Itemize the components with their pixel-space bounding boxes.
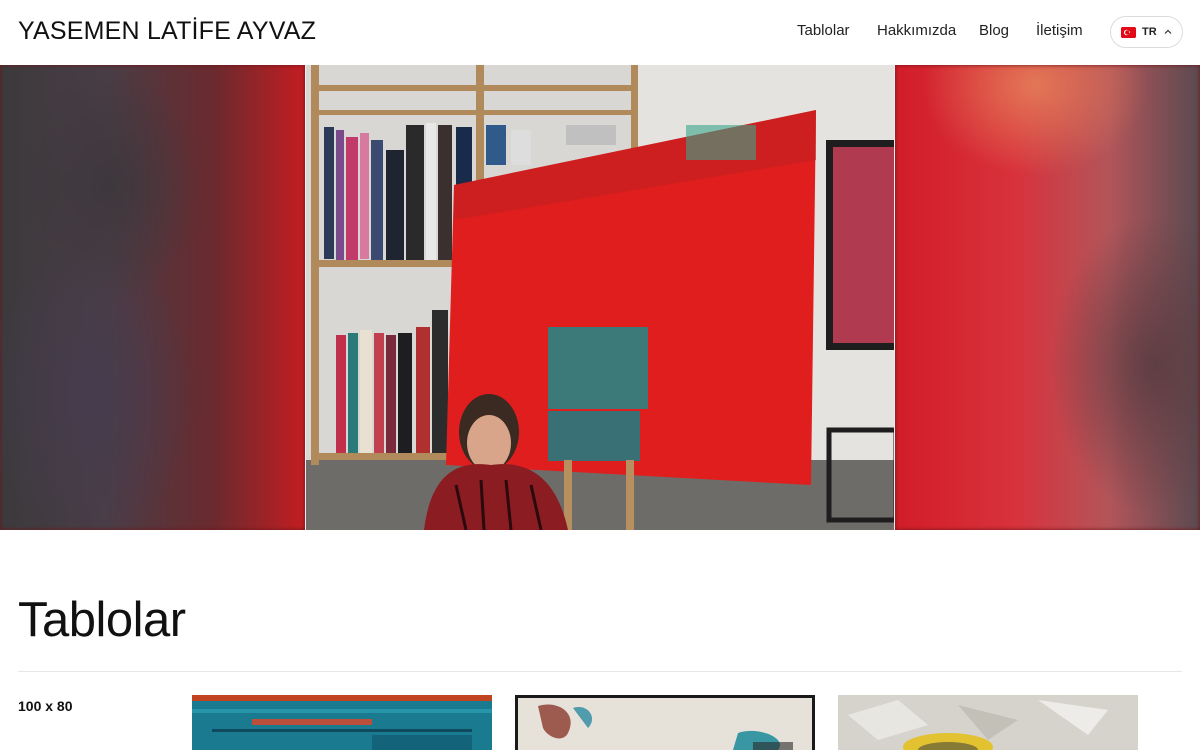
site-logo-text[interactable]: YASEMEN LATİFE AYVAZ: [18, 17, 316, 46]
nav-link-iletisim[interactable]: İletişim: [1036, 22, 1083, 39]
nav-link-tablolar[interactable]: Tablolar: [797, 22, 850, 39]
section-divider: [18, 671, 1182, 672]
language-selector[interactable]: TR: [1110, 16, 1183, 48]
painting-thumbnail-1[interactable]: [192, 695, 492, 750]
hero-slider[interactable]: [0, 65, 1200, 530]
nav-link-hakkimizda[interactable]: Hakkımızda: [877, 22, 956, 39]
section-title: Tablolar: [18, 593, 186, 647]
nav-link-blog[interactable]: Blog: [979, 22, 1009, 39]
hero-image: [305, 65, 895, 530]
hero-blur-left: [0, 65, 305, 530]
size-filter-label: 100 x 80: [18, 698, 73, 714]
turkey-flag-icon: [1121, 26, 1136, 38]
site-header: YASEMEN LATİFE AYVAZ Tablolar Hakkımızda…: [0, 0, 1200, 65]
hero-blur-right: [895, 65, 1200, 530]
chevron-up-icon: [1164, 29, 1172, 34]
language-code: TR: [1142, 26, 1157, 38]
painting-thumbnail-2[interactable]: [515, 695, 815, 750]
painting-thumbnail-3[interactable]: [838, 695, 1138, 750]
